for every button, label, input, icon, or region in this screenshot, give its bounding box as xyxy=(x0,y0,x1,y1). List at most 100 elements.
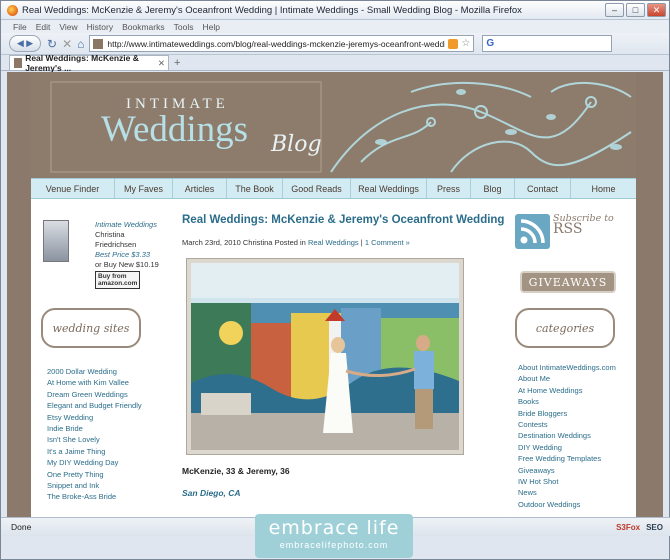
bookmark-star-icon[interactable]: ☆ xyxy=(461,38,470,49)
list-item[interactable]: Contests xyxy=(518,419,616,430)
wedding-sites-list: 2000 Dollar Wedding At Home with Kim Val… xyxy=(47,366,142,503)
navigation-toolbar: ◀ ▶ ↻ ✕ ⌂ http://www.intimateweddings.co… xyxy=(1,33,669,55)
rss-feed-icon[interactable] xyxy=(448,38,459,49)
list-item[interactable]: One Pretty Thing xyxy=(47,469,142,480)
title-bar: Real Weddings: McKenzie & Jeremy's Ocean… xyxy=(1,1,669,20)
post-meta: March 23rd, 2010 Christina Posted in Rea… xyxy=(182,238,410,247)
list-item[interactable]: News xyxy=(518,487,616,498)
book-info: Intimate Weddings Christina Friedrichsen… xyxy=(95,220,160,289)
menu-history[interactable]: History xyxy=(87,22,113,32)
menu-file[interactable]: File xyxy=(13,22,27,32)
list-item[interactable]: At Home with Kim Vallee xyxy=(47,377,142,388)
page-viewport[interactable]: INTIMATE Weddings Blog Venue Finder My F… xyxy=(7,72,663,517)
minimize-button[interactable]: – xyxy=(605,3,624,17)
watermark-line1: embrace life xyxy=(268,517,400,539)
list-item[interactable]: DIY Wedding xyxy=(518,442,616,453)
list-item[interactable]: It's a Jaime Thing xyxy=(47,446,142,457)
meta-separator: | xyxy=(360,238,363,247)
reload-icon[interactable]: ↻ xyxy=(47,37,57,51)
s3fox-icon[interactable]: S3Fox xyxy=(616,523,640,532)
menu-edit[interactable]: Edit xyxy=(36,22,51,32)
maximize-button[interactable]: □ xyxy=(626,3,645,17)
nav-the-book[interactable]: The Book xyxy=(227,179,283,198)
list-item[interactable]: Etsy Wedding xyxy=(47,412,142,423)
list-item[interactable]: IW Hot Shot xyxy=(518,476,616,487)
logo-blog: Blog xyxy=(271,132,322,157)
url-text: http://www.intimateweddings.com/blog/rea… xyxy=(107,38,446,49)
new-tab-icon[interactable]: + xyxy=(174,57,180,69)
book-buy-new: or Buy New $10.19 xyxy=(95,260,159,269)
nav-my-faves[interactable]: My Faves xyxy=(115,179,173,198)
book-best-price[interactable]: Best Price $3.33 xyxy=(95,250,160,260)
tab-favicon-icon xyxy=(14,58,23,68)
list-item[interactable]: Books xyxy=(518,396,616,407)
tab-active[interactable]: Real Weddings: McKenzie & Jeremy's ... ✕ xyxy=(9,53,169,73)
back-forward-button[interactable]: ◀ ▶ xyxy=(9,35,41,52)
nav-venue-finder[interactable]: Venue Finder xyxy=(31,179,115,198)
giveaways-banner[interactable]: GIVEAWAYS xyxy=(520,271,616,293)
list-item[interactable]: Elegant and Budget Friendly xyxy=(47,400,142,411)
nav-real-weddings[interactable]: Real Weddings xyxy=(351,179,427,198)
wedding-photo[interactable] xyxy=(191,263,459,450)
amazon-buy-button[interactable]: Buy from amazon.com xyxy=(95,271,141,289)
list-item[interactable]: Isn't She Lovely xyxy=(47,434,142,445)
amazon-buy-from-label: Buy from xyxy=(98,273,127,280)
list-item[interactable]: 2000 Dollar Wedding xyxy=(47,366,142,377)
photo-caption: McKenzie, 33 & Jeremy, 36 xyxy=(182,466,290,476)
firefox-icon xyxy=(7,4,18,16)
list-item[interactable]: At Home Weddings xyxy=(518,385,616,396)
home-icon[interactable]: ⌂ xyxy=(77,37,84,51)
search-box[interactable]: G xyxy=(482,35,613,52)
nav-contact[interactable]: Contact xyxy=(515,179,571,198)
nav-blog[interactable]: Blog xyxy=(471,179,515,198)
google-icon[interactable]: G xyxy=(486,38,494,49)
post-category-link[interactable]: Real Weddings xyxy=(308,238,359,247)
list-item[interactable]: Free Wedding Templates xyxy=(518,453,616,464)
tab-close-icon[interactable]: ✕ xyxy=(158,58,165,69)
list-item[interactable]: My DIY Wedding Day xyxy=(47,457,142,468)
post-title[interactable]: Real Weddings: McKenzie & Jeremy's Ocean… xyxy=(182,214,504,226)
book-cover-image[interactable] xyxy=(43,220,69,262)
categories-list: About IntimateWeddings.com About Me At H… xyxy=(518,362,616,510)
post-date: March 23rd, 2010 Christina xyxy=(182,238,273,247)
list-item[interactable]: Destination Weddings xyxy=(518,430,616,441)
seo-icon[interactable]: SEO xyxy=(646,523,663,532)
nav-good-reads[interactable]: Good Reads xyxy=(283,179,351,198)
address-bar[interactable]: http://www.intimateweddings.com/blog/rea… xyxy=(89,35,475,52)
status-addons: S3Fox SEO xyxy=(616,523,663,532)
list-item[interactable]: Dream Green Weddings xyxy=(47,389,142,400)
menu-help[interactable]: Help xyxy=(202,22,219,32)
browser-window: Real Weddings: McKenzie & Jeremy's Ocean… xyxy=(0,0,670,560)
comments-link[interactable]: 1 Comment » xyxy=(365,238,410,247)
window-title: Real Weddings: McKenzie & Jeremy's Ocean… xyxy=(22,4,522,16)
rss-subscribe-icon[interactable] xyxy=(515,214,550,249)
watermark-line2: embracelifephoto.com xyxy=(279,540,389,550)
site-nav: Venue Finder My Faves Articles The Book … xyxy=(31,178,636,199)
book-author: Christina Friedrichsen xyxy=(95,230,137,249)
nav-home[interactable]: Home xyxy=(571,179,636,198)
list-item[interactable]: Outdoor Weddings xyxy=(518,499,616,510)
list-item[interactable]: About Me xyxy=(518,373,616,384)
list-item[interactable]: Bride Bloggers xyxy=(518,408,616,419)
stop-icon[interactable]: ✕ xyxy=(62,37,72,51)
list-item[interactable]: Giveaways xyxy=(518,465,616,476)
menu-tools[interactable]: Tools xyxy=(174,22,194,32)
list-item[interactable]: The Broke-Ass Bride xyxy=(47,491,142,502)
nav-articles[interactable]: Articles xyxy=(173,179,227,198)
categories-heading: categories xyxy=(515,308,615,348)
site-header: INTIMATE Weddings Blog xyxy=(31,72,636,178)
list-item[interactable]: Indie Bride xyxy=(47,423,142,434)
list-item[interactable]: Snippet and Ink xyxy=(47,480,142,491)
menu-view[interactable]: View xyxy=(59,22,77,32)
nav-press[interactable]: Press xyxy=(427,179,471,198)
menu-bookmarks[interactable]: Bookmarks xyxy=(122,22,165,32)
rss-line: RSS xyxy=(553,221,583,237)
book-title[interactable]: Intimate Weddings xyxy=(95,220,160,230)
subscribe-rss-link[interactable]: Subscribe to RSS xyxy=(553,213,614,236)
list-item[interactable]: About IntimateWeddings.com xyxy=(518,362,616,373)
close-button[interactable]: ✕ xyxy=(647,3,666,17)
post-location-link[interactable]: San Diego, CA xyxy=(182,488,241,498)
blog-page: INTIMATE Weddings Blog Venue Finder My F… xyxy=(31,72,636,517)
wedding-sites-heading: wedding sites xyxy=(41,308,141,348)
amazon-com-label: amazon.com xyxy=(98,280,138,287)
